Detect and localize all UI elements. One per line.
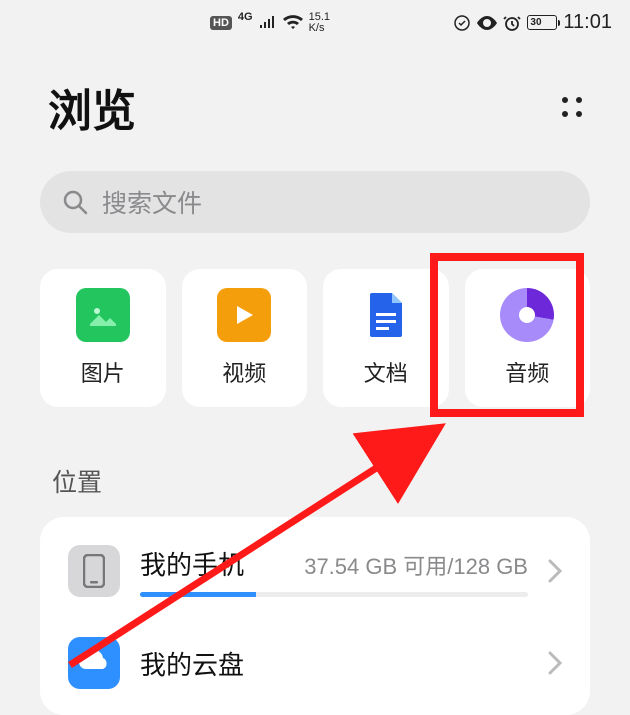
category-label: 文档	[364, 356, 408, 388]
network-4g-label: 4G	[238, 11, 253, 23]
storage-phone-detail: 37.54 GB 可用/128 GB	[304, 549, 528, 581]
clock-time: 11:01	[563, 11, 612, 34]
category-row: 图片 视频 文档 音频	[0, 233, 630, 407]
section-title-location: 位置	[0, 407, 630, 517]
phone-icon	[68, 545, 120, 597]
storage-cloud-row[interactable]: 我的云盘	[64, 617, 566, 693]
music-icon	[500, 288, 554, 342]
storage-card: 我的手机 37.54 GB 可用/128 GB 我的云盘	[40, 517, 590, 715]
net-speed-value: 15.1	[309, 12, 330, 23]
battery-icon: 30	[527, 15, 557, 30]
more-menu-button[interactable]	[554, 89, 590, 125]
category-images[interactable]: 图片	[40, 269, 166, 407]
page-title: 浏览	[48, 75, 136, 139]
category-label: 音频	[505, 356, 549, 388]
alarm-icon	[503, 14, 521, 32]
net-speed-unit: K/s	[309, 23, 330, 34]
category-audio[interactable]: 音频	[465, 269, 591, 407]
storage-cloud-label: 我的云盘	[140, 645, 528, 682]
cloud-icon	[68, 637, 120, 689]
category-docs[interactable]: 文档	[323, 269, 449, 407]
category-label: 视频	[222, 356, 266, 388]
image-icon	[76, 288, 130, 342]
status-left: HD 4G 15.1 K/s	[0, 12, 453, 34]
status-bar: HD 4G 15.1 K/s 30 11:01	[0, 0, 630, 45]
storage-phone-label: 我的手机	[140, 545, 244, 582]
search-input[interactable]: 搜索文件	[40, 171, 590, 233]
document-icon	[359, 288, 413, 342]
category-video[interactable]: 视频	[182, 269, 308, 407]
page-header: 浏览	[0, 45, 630, 159]
battery-pct: 30	[530, 18, 541, 28]
signal-icon	[259, 16, 277, 30]
hd-icon: HD	[210, 16, 232, 30]
eye-icon	[477, 16, 497, 30]
sync-icon	[453, 14, 471, 32]
video-icon	[217, 288, 271, 342]
category-label: 图片	[81, 356, 125, 388]
chevron-right-icon	[548, 651, 562, 675]
storage-phone-row[interactable]: 我的手机 37.54 GB 可用/128 GB	[64, 525, 566, 617]
storage-progress	[140, 592, 528, 597]
search-placeholder: 搜索文件	[102, 184, 202, 220]
status-right: 30 11:01	[453, 11, 612, 34]
wifi-icon	[283, 15, 303, 30]
net-speed: 15.1 K/s	[309, 12, 330, 34]
chevron-right-icon	[548, 559, 562, 583]
search-icon	[62, 189, 88, 215]
